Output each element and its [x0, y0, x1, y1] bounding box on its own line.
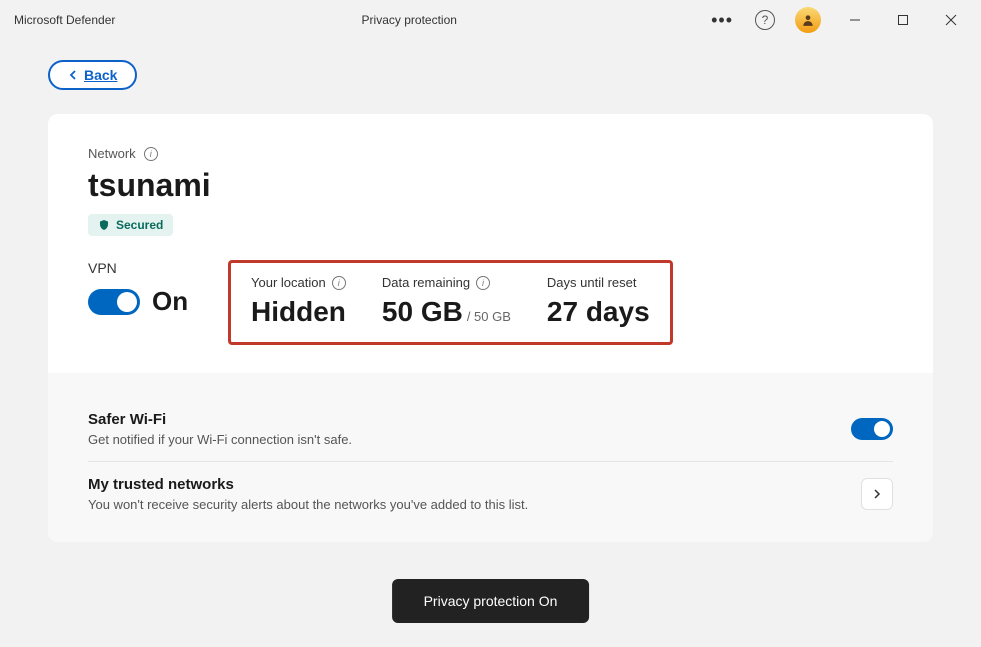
avatar[interactable]	[795, 7, 821, 33]
privacy-card: Network i tsunami Secured VPN On	[48, 114, 933, 542]
back-button[interactable]: Back	[48, 60, 137, 90]
safer-wifi-toggle[interactable]	[851, 418, 893, 440]
person-icon	[801, 13, 815, 27]
network-section-label: Network	[88, 146, 136, 161]
trusted-chevron-button[interactable]	[861, 478, 893, 510]
stat-reset-label: Days until reset	[547, 275, 650, 290]
safer-wifi-desc: Get notified if your Wi-Fi connection is…	[88, 432, 851, 447]
page-title: Privacy protection	[115, 13, 703, 27]
close-button[interactable]	[931, 4, 971, 36]
toast-text: Privacy protection On	[424, 593, 558, 609]
app-name: Microsoft Defender	[14, 13, 115, 27]
option-text: My trusted networks You won't receive se…	[88, 476, 861, 512]
chevron-left-icon	[68, 70, 78, 80]
stat-location: Your location i Hidden	[251, 275, 346, 328]
stats-row: VPN On Your location i Hidden	[88, 260, 893, 345]
vpn-label: VPN	[88, 260, 228, 276]
trusted-networks-row[interactable]: My trusted networks You won't receive se…	[88, 462, 893, 526]
title-bar: Microsoft Defender Privacy protection ••…	[0, 0, 981, 40]
help-icon[interactable]: ?	[755, 10, 775, 30]
info-icon[interactable]: i	[476, 276, 490, 290]
content-area: Back Network i tsunami Secured VPN On	[0, 40, 981, 542]
trusted-desc: You won't receive security alerts about …	[88, 497, 861, 512]
card-upper: Network i tsunami Secured VPN On	[48, 114, 933, 373]
safer-wifi-row: Safer Wi-Fi Get notified if your Wi-Fi c…	[88, 397, 893, 462]
stat-reset-value: 27 days	[547, 296, 650, 328]
title-bar-controls: ••• ?	[703, 4, 971, 36]
secured-label: Secured	[116, 218, 163, 232]
info-icon[interactable]: i	[332, 276, 346, 290]
back-label: Back	[84, 67, 117, 83]
secured-badge: Secured	[88, 214, 173, 236]
stats-highlight-box: Your location i Hidden Data remaining i …	[228, 260, 673, 345]
trusted-title: My trusted networks	[88, 476, 861, 493]
toast-notification: Privacy protection On	[392, 579, 590, 623]
vpn-block: VPN On	[88, 260, 228, 317]
stat-location-label: Your location i	[251, 275, 346, 290]
vpn-toggle-row: On	[88, 286, 228, 317]
network-name: tsunami	[88, 167, 893, 204]
more-icon[interactable]: •••	[703, 10, 741, 31]
stat-reset: Days until reset 27 days	[547, 275, 650, 328]
stat-data: Data remaining i 50 GB/ 50 GB	[382, 275, 511, 328]
info-icon[interactable]: i	[144, 147, 158, 161]
vpn-toggle[interactable]	[88, 289, 140, 315]
stat-data-label: Data remaining i	[382, 275, 511, 290]
stat-location-value: Hidden	[251, 296, 346, 328]
minimize-button[interactable]	[835, 4, 875, 36]
network-label-row: Network i	[88, 146, 893, 161]
shield-icon	[98, 219, 110, 231]
card-lower: Safer Wi-Fi Get notified if your Wi-Fi c…	[48, 373, 933, 542]
vpn-status-text: On	[152, 286, 188, 317]
maximize-button[interactable]	[883, 4, 923, 36]
stat-data-value: 50 GB/ 50 GB	[382, 296, 511, 328]
option-text: Safer Wi-Fi Get notified if your Wi-Fi c…	[88, 411, 851, 447]
chevron-right-icon	[872, 489, 882, 499]
safer-wifi-title: Safer Wi-Fi	[88, 411, 851, 428]
